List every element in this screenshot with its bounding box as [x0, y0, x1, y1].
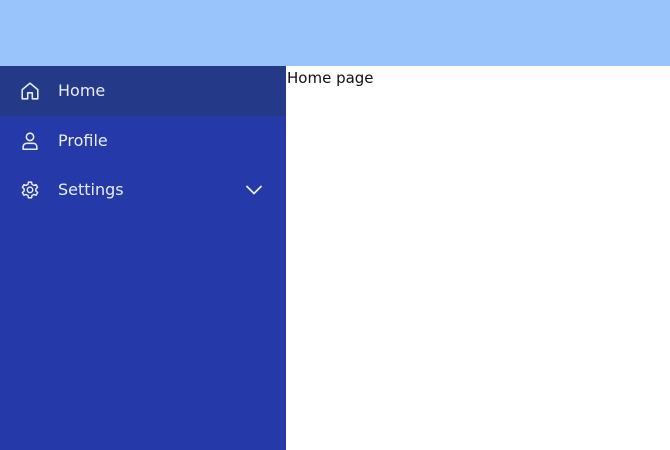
- page-content-text: Home page: [287, 69, 374, 87]
- sidebar-item-label: Home: [58, 81, 106, 100]
- sidebar-item-home[interactable]: Home: [0, 66, 286, 116]
- gear-icon: [19, 179, 41, 201]
- chevron-down-icon[interactable]: [244, 180, 264, 200]
- top-header-bar: [0, 0, 670, 66]
- main-content: Home page: [286, 66, 670, 450]
- sidebar-item-label: Profile: [58, 130, 108, 150]
- sidebar-nav: Home Profile Settings: [0, 66, 286, 450]
- user-icon: [19, 130, 41, 152]
- sidebar-item-label: Settings: [58, 179, 124, 199]
- home-icon: [19, 80, 41, 102]
- sidebar-item-settings[interactable]: Settings: [0, 165, 286, 214]
- sidebar-item-profile[interactable]: Profile: [0, 116, 286, 165]
